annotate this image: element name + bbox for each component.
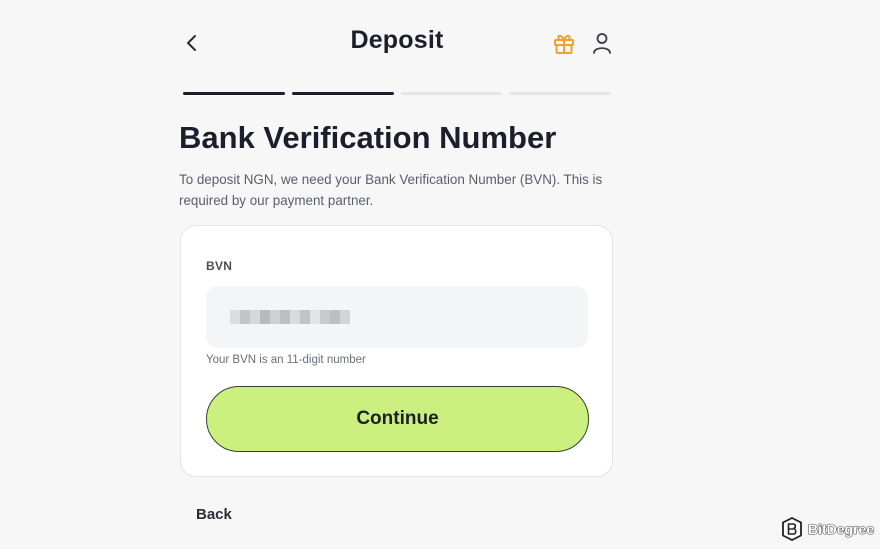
page-title: Deposit — [350, 26, 444, 54]
gift-icon — [554, 34, 574, 54]
progress-stepper — [183, 92, 611, 95]
step-3-pending — [400, 92, 503, 95]
continue-button[interactable]: Continue — [206, 386, 589, 452]
back-link[interactable]: Back — [196, 506, 232, 523]
step-1-complete — [183, 92, 285, 95]
profile-button[interactable] — [589, 30, 615, 56]
bvn-hint: Your BVN is an 11-digit number — [206, 354, 366, 366]
chevron-left-icon — [187, 35, 196, 51]
step-2-complete — [291, 92, 394, 95]
section-description: To deposit NGN, we need your Bank Verifi… — [179, 172, 603, 208]
bvn-form-card: BVN Your BVN is an 11-digit number Conti… — [180, 225, 613, 477]
bitdegree-watermark: BitDegree — [781, 517, 874, 541]
user-icon — [593, 33, 611, 54]
gift-button[interactable] — [551, 30, 577, 56]
watermark-text: BitDegree — [808, 521, 875, 538]
bvn-label: BVN — [206, 259, 233, 273]
bvn-masked-value — [230, 310, 350, 324]
back-chevron-button[interactable] — [180, 29, 204, 57]
section-heading: Bank Verification Number — [179, 120, 557, 155]
step-4-pending — [509, 92, 611, 95]
bitdegree-logo-icon — [782, 517, 802, 541]
